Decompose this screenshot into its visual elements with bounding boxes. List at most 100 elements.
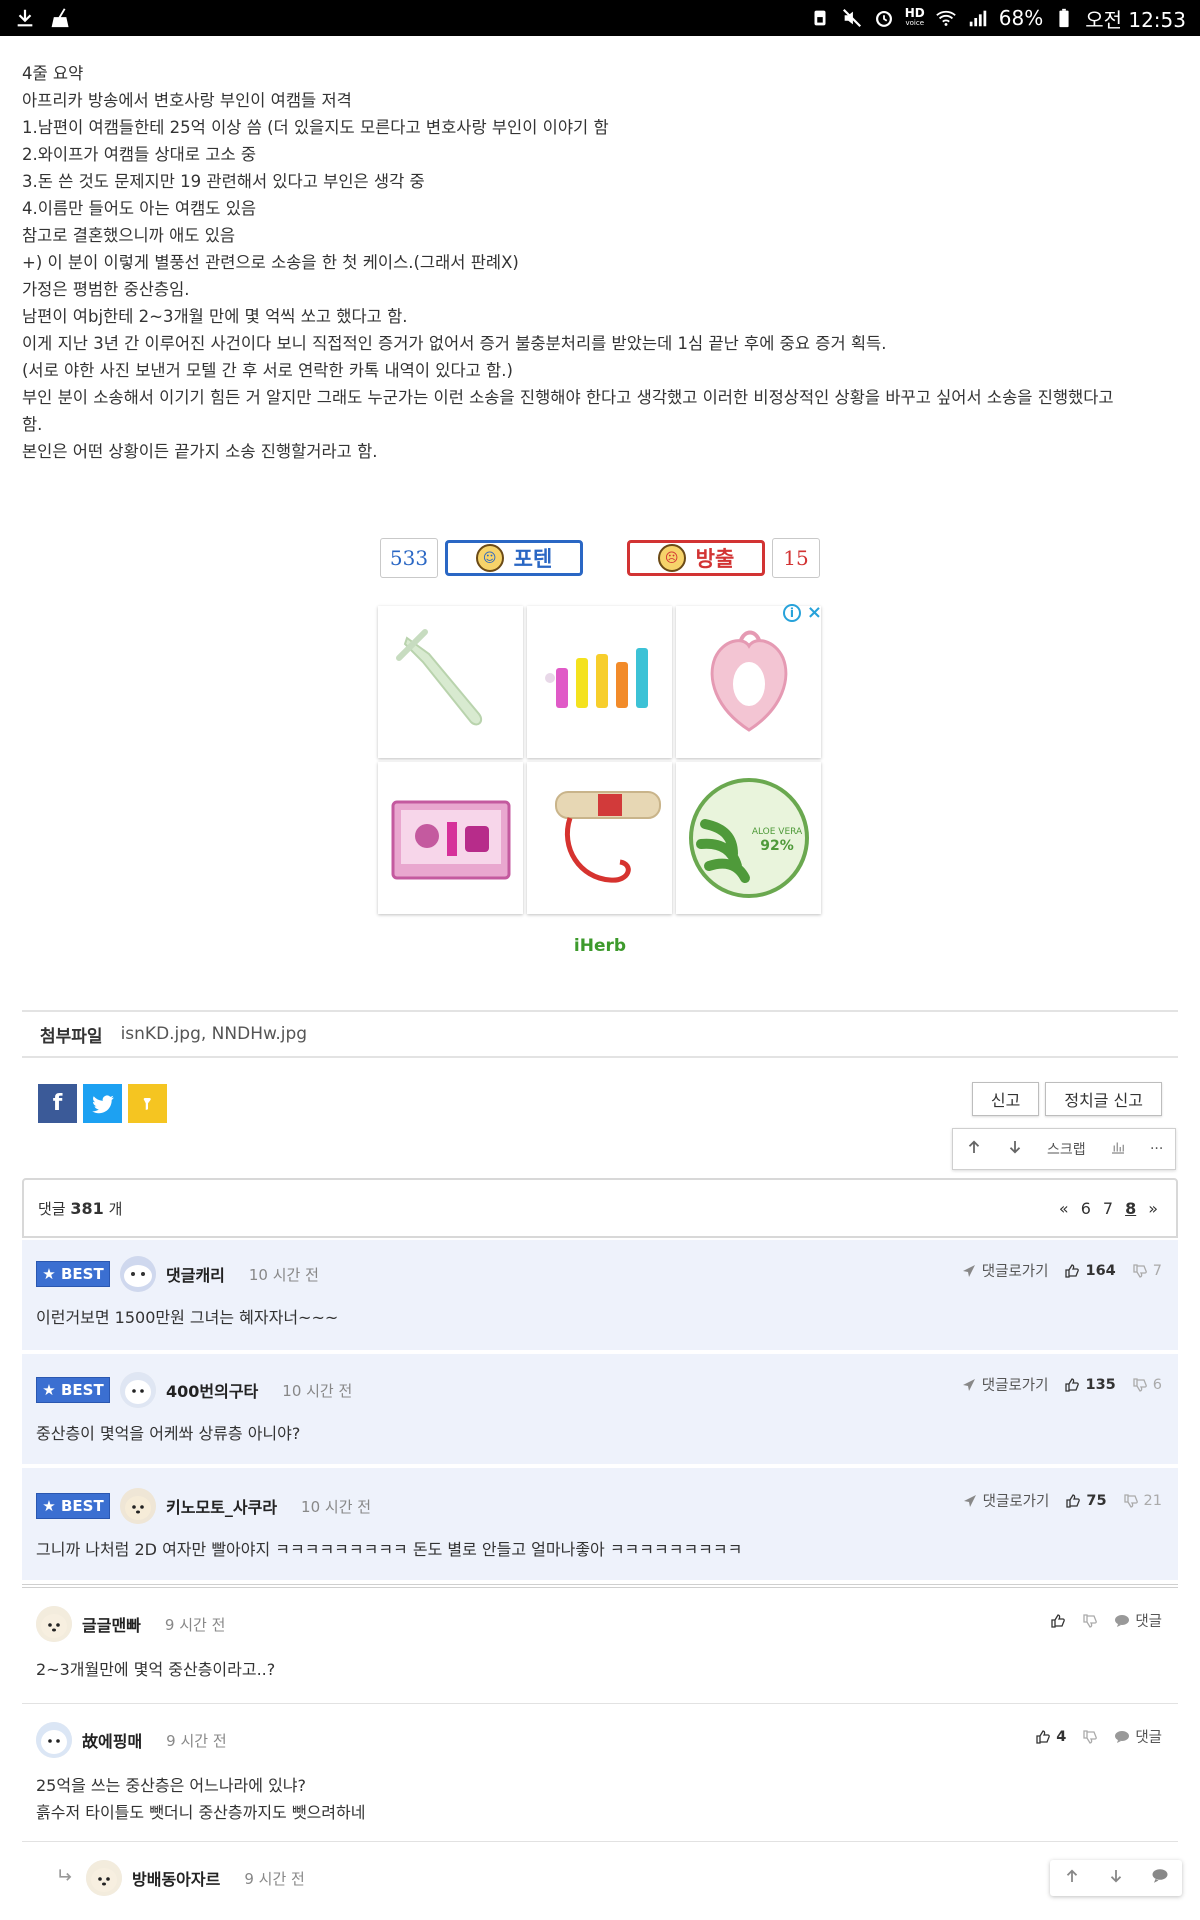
report-button[interactable]: 신고 (971, 1082, 1040, 1116)
ad-product-teether-set[interactable] (527, 606, 672, 758)
scrap-button[interactable]: 스크랩 (1047, 1139, 1086, 1159)
status-bar: HD voice 68% 오전 12:53 (0, 0, 1200, 36)
arrow-up-icon[interactable] (965, 1138, 983, 1160)
comment-author[interactable]: 故에핑매 (82, 1728, 142, 1752)
downvote-label: 방출 (695, 547, 735, 571)
avatar[interactable] (120, 1488, 156, 1524)
attachments-bar: 첨부파일 isnKD.jpg, NNDHw.jpg (22, 1010, 1178, 1058)
kakao-share-button[interactable] (128, 1084, 167, 1123)
comment-time: 10 시간 전 (282, 1381, 353, 1400)
reply-button[interactable]: 댓글 (1114, 1610, 1162, 1631)
broom-icon (50, 7, 72, 29)
facebook-share-button[interactable]: f (38, 1084, 77, 1123)
dislike-button[interactable] (1082, 1729, 1098, 1745)
avatar[interactable] (120, 1256, 156, 1292)
like-button[interactable]: 164 (1064, 1263, 1116, 1279)
pager-next[interactable]: » (1148, 1199, 1158, 1218)
article-line: 부인 분이 소송해서 이기기 힘든 거 알지만 그래도 누군가는 이런 소송을 … (22, 388, 1114, 407)
avatar[interactable] (86, 1860, 122, 1896)
pager-current-page[interactable]: 8 (1125, 1199, 1136, 1218)
article-line: 4줄 요약 (22, 64, 84, 83)
article-line: 2.와이프가 여캠들 상대로 고소 중 (22, 145, 257, 164)
like-button[interactable] (1050, 1613, 1066, 1629)
avatar[interactable] (120, 1372, 156, 1408)
comment-time: 9 시간 전 (244, 1869, 305, 1888)
comment-text: 2~3개월만에 몇억 중산층이라고..? (36, 1660, 276, 1679)
ad-product-pacifier-clip[interactable] (527, 762, 672, 914)
article-line: 참고로 결혼했으니까 애도 있음 (22, 226, 236, 245)
send-icon (962, 1378, 975, 1391)
best-divider (22, 1584, 1178, 1588)
downvote-button[interactable]: ☹ 방출 (627, 540, 765, 576)
dislike-button[interactable]: 21 (1123, 1493, 1162, 1509)
smile-face-icon: ☺ (475, 544, 504, 572)
goto-comment-link[interactable]: 댓글로가기 (962, 1490, 1049, 1511)
thumbs-up-icon (1036, 1729, 1051, 1744)
ad-product-aloe-gel[interactable]: ALOE VERA 92% (676, 762, 821, 914)
article-line: 4.이름만 들어도 아는 여캠도 있음 (22, 199, 257, 218)
dislike-button[interactable]: 6 (1132, 1377, 1162, 1393)
comment-item: 故에핑매 9 시간 전 4 댓글 25억을 쓰는 중산층은 어느나라에 있냐? … (22, 1706, 1178, 1842)
article-line: 이게 지난 3년 간 이루어진 사건이다 보니 직접적인 증거가 없어서 증거 … (22, 334, 887, 353)
like-button[interactable]: 75 (1065, 1493, 1107, 1509)
comment-text-line: 흙수저 타이틀도 뺏더니 중산층까지도 뺏으려하네 (36, 1803, 366, 1822)
comment-author[interactable]: 400번의구타 (166, 1378, 258, 1402)
post-toolbar: 스크랩 ··· (952, 1128, 1176, 1170)
ad-product-toothbrush[interactable] (378, 606, 523, 758)
goto-comment-link[interactable]: 댓글로가기 (961, 1260, 1048, 1281)
reply-arrow-icon (56, 1866, 76, 1891)
article-body: 4줄 요약 아프리카 방송에서 변호사랑 부인이 여캠들 저격 1.남편이 여캠… (22, 60, 1172, 465)
avatar[interactable] (36, 1606, 72, 1642)
ad-product-strawberry-teether[interactable] (676, 606, 821, 758)
goto-comment-link[interactable]: 댓글로가기 (961, 1374, 1048, 1395)
scroll-top-icon[interactable] (1063, 1867, 1081, 1890)
speech-bubble-icon (1115, 1614, 1130, 1627)
comment-text: 이런거보면 1500만원 그녀는 혜자자너~~~ (36, 1308, 339, 1327)
comment-text-line: 25억을 쓰는 중산층은 어느나라에 있냐? (36, 1776, 306, 1795)
aloe-percent: 92% (760, 838, 794, 854)
stats-icon[interactable] (1109, 1138, 1127, 1160)
comment-icon[interactable] (1151, 1867, 1169, 1890)
downvote-group: ☹ 방출 15 (627, 538, 820, 578)
scroll-bottom-icon[interactable] (1107, 1867, 1125, 1890)
pager-page[interactable]: 7 (1103, 1199, 1113, 1218)
ad-brand-logo[interactable]: iHerb (378, 936, 822, 956)
thumbs-down-icon (1083, 1729, 1098, 1744)
more-button[interactable]: ··· (1150, 1141, 1163, 1157)
reply-button[interactable]: 댓글 (1114, 1726, 1162, 1747)
avatar[interactable] (36, 1722, 72, 1758)
upvote-button[interactable]: ☺ 포텐 (445, 540, 583, 576)
attachment-files[interactable]: isnKD.jpg, NNDHw.jpg (121, 1024, 307, 1044)
comment-author[interactable]: 댓글캐리 (166, 1262, 225, 1286)
thumbs-up-icon (1065, 1263, 1080, 1278)
arrow-down-icon[interactable] (1006, 1138, 1024, 1160)
article-line: +) 이 분이 이렇게 별풍선 관련으로 소송을 한 첫 케이스.(그래서 판례… (22, 253, 519, 272)
like-button[interactable]: 4 (1035, 1729, 1066, 1745)
best-badge: ★ BEST (36, 1493, 110, 1519)
pager-prev[interactable]: « (1059, 1199, 1069, 1218)
like-button[interactable]: 135 (1064, 1377, 1116, 1393)
twitter-share-button[interactable] (83, 1084, 122, 1123)
comment-author[interactable]: 키노모토_사쿠라 (166, 1494, 277, 1518)
clock: 오전 12:53 (1085, 7, 1186, 32)
thumbs-up-icon (1065, 1377, 1080, 1392)
political-report-button[interactable]: 정치글 신고 (1045, 1082, 1162, 1116)
comment-author[interactable]: 글글맨빠 (82, 1612, 141, 1636)
best-badge: ★ BEST (36, 1377, 110, 1403)
dislike-button[interactable] (1082, 1613, 1098, 1629)
thumbs-down-icon (1083, 1613, 1098, 1628)
report-buttons: 신고 정치글 신고 (971, 1082, 1162, 1116)
article-line: (서로 야한 사진 보낸거 모텔 간 후 서로 연락한 카톡 내역이 있다고 함… (22, 361, 513, 380)
comment-time: 10 시간 전 (301, 1497, 372, 1516)
pager-page[interactable]: 6 (1081, 1199, 1091, 1218)
article-line: 함. (22, 415, 43, 434)
comment-author[interactable]: 방배동아자르 (132, 1866, 220, 1890)
kakao-icon (143, 1097, 151, 1110)
ad-info-icon[interactable]: i (782, 604, 801, 622)
share-buttons: f (38, 1084, 167, 1123)
ad-close-icon[interactable]: × (807, 604, 822, 622)
frown-face-icon: ☹ (657, 544, 686, 572)
ad-product-baby-care-kit[interactable] (378, 762, 523, 914)
best-badge: ★ BEST (36, 1261, 110, 1287)
dislike-button[interactable]: 7 (1132, 1263, 1162, 1279)
